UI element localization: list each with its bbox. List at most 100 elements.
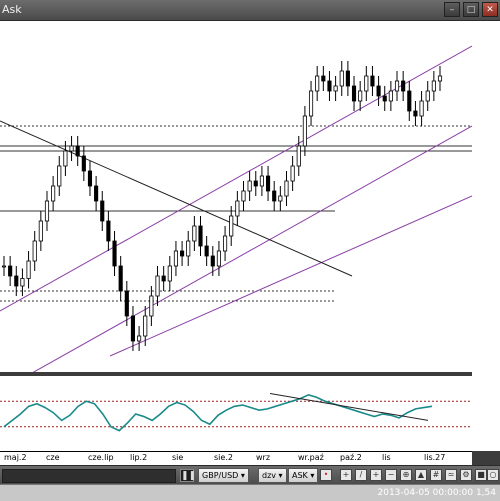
x-tick-label: lis	[382, 453, 391, 462]
settings-icon[interactable]: ⚙	[460, 469, 472, 481]
time-axis[interactable]: maj.2 cze cze.lip lip.2 sie sie.2 wrz wr.paź paź…	[0, 451, 472, 466]
candle-body	[38, 220, 43, 242]
pause-icon[interactable]: ❚❚	[180, 469, 196, 482]
window-controls: – □ ✕	[444, 2, 498, 17]
candle-body	[284, 180, 289, 197]
candle-body	[278, 195, 283, 202]
candle-body	[32, 240, 37, 262]
candle-body	[382, 95, 387, 102]
candle-body	[419, 100, 424, 117]
candle-body	[315, 75, 320, 92]
draw-icon[interactable]: ≃	[445, 469, 457, 481]
candle-body	[8, 265, 13, 277]
x-tick-label: lis.27	[424, 453, 446, 462]
add-icon[interactable]: +	[340, 469, 352, 481]
status-bar: 2013-04-05 00:00:00 1,54	[0, 484, 500, 501]
candle-body	[198, 225, 203, 247]
minimize-icon[interactable]: –	[444, 2, 460, 17]
candle-body	[143, 315, 148, 337]
cursor-icon[interactable]: ▲	[415, 469, 427, 481]
candle-body	[351, 85, 357, 102]
candle-body	[290, 165, 295, 182]
candle-body	[223, 235, 228, 252]
side-selector[interactable]: ASK ▾	[288, 468, 319, 483]
candle-body	[44, 200, 50, 222]
candle-body	[130, 315, 136, 342]
candle-body	[376, 85, 381, 97]
x-tick-label: maj.2	[4, 453, 27, 462]
crosshair-icon[interactable]: ⊕	[400, 469, 412, 481]
x-tick-label: cze	[46, 453, 60, 462]
period-selector[interactable]: dzv ▾	[258, 468, 287, 483]
candle-body	[401, 80, 406, 92]
status-text: 2013-04-05 00:00:00 1,54	[377, 488, 497, 498]
maximize-icon[interactable]: □	[463, 2, 479, 17]
candle-body	[327, 80, 332, 92]
x-tick-label: wr.paź	[298, 453, 324, 462]
candle-body	[112, 240, 117, 267]
candle-body	[358, 90, 363, 102]
instrument-selector[interactable]: GBP/USD ▾	[198, 468, 249, 483]
candle-body	[118, 265, 123, 292]
zoom-icon[interactable]: ○	[487, 469, 499, 481]
side-label: ASK	[292, 471, 308, 480]
candle-body	[1, 265, 7, 268]
candle-body	[180, 250, 185, 257]
candle-body	[235, 200, 240, 217]
candle-body	[437, 75, 443, 82]
x-tick-label: sie.2	[214, 453, 233, 462]
candle-body	[431, 80, 436, 92]
candle-body	[204, 245, 209, 257]
candle-body	[425, 90, 430, 102]
candle-body	[229, 215, 234, 237]
x-tick-label: cze.lip	[88, 453, 114, 462]
candle-body	[394, 80, 400, 92]
oscillator-series-line	[3, 393, 433, 432]
period-label: dzv	[262, 471, 277, 480]
candle-body	[253, 180, 258, 187]
oscillator-lines	[3, 393, 433, 432]
line-tool-icon[interactable]: /	[355, 469, 367, 481]
window-title: Ask	[2, 3, 22, 16]
price-axis[interactable]	[472, 21, 500, 451]
candle-body	[296, 145, 301, 167]
candle-body	[388, 90, 393, 102]
grid-icon[interactable]: #	[430, 469, 442, 481]
price-chart[interactable]	[0, 21, 472, 372]
oscillator-trend-line	[269, 393, 429, 421]
chart-toolbar: ❚❚ GBP/USD ▾ dzv ▾ ASK ▾ • + / + − ⊕ ▲ #…	[0, 465, 500, 485]
candle-body	[137, 335, 142, 342]
candle-body	[241, 190, 246, 202]
candles	[1, 61, 443, 351]
candle-body	[364, 75, 369, 92]
indicator-icon[interactable]: •	[320, 469, 332, 481]
candle-body	[51, 185, 56, 202]
candle-body	[106, 220, 111, 242]
candle-body	[149, 295, 154, 317]
chart-type-icon[interactable]: ■	[475, 469, 487, 481]
candle-body	[272, 190, 277, 202]
oscillator-pane[interactable]	[0, 376, 472, 451]
candle-body	[81, 155, 86, 172]
x-tick-label: wrz	[256, 453, 271, 462]
oscillator-chart[interactable]	[0, 376, 472, 451]
candle-body	[333, 85, 338, 92]
x-tick-label: sie	[172, 453, 184, 462]
zoom-in-icon[interactable]: +	[370, 469, 382, 481]
candle-body	[210, 255, 215, 267]
price-chart-pane[interactable]	[0, 21, 472, 372]
candle-body	[302, 115, 307, 147]
candle-body	[26, 260, 31, 279]
candle-body	[124, 290, 129, 317]
channel-line-middle	[32, 125, 472, 372]
candle-body	[167, 265, 172, 282]
candle-body	[216, 250, 221, 267]
zoom-out-icon[interactable]: −	[385, 469, 397, 481]
title-bar[interactable]: Ask – □ ✕	[0, 0, 500, 21]
candle-body	[87, 170, 93, 187]
candle-body	[265, 175, 271, 192]
candle-body	[259, 175, 264, 187]
candle-body	[339, 70, 344, 87]
time-scrollbar[interactable]	[2, 469, 176, 483]
close-icon[interactable]: ✕	[482, 2, 498, 17]
